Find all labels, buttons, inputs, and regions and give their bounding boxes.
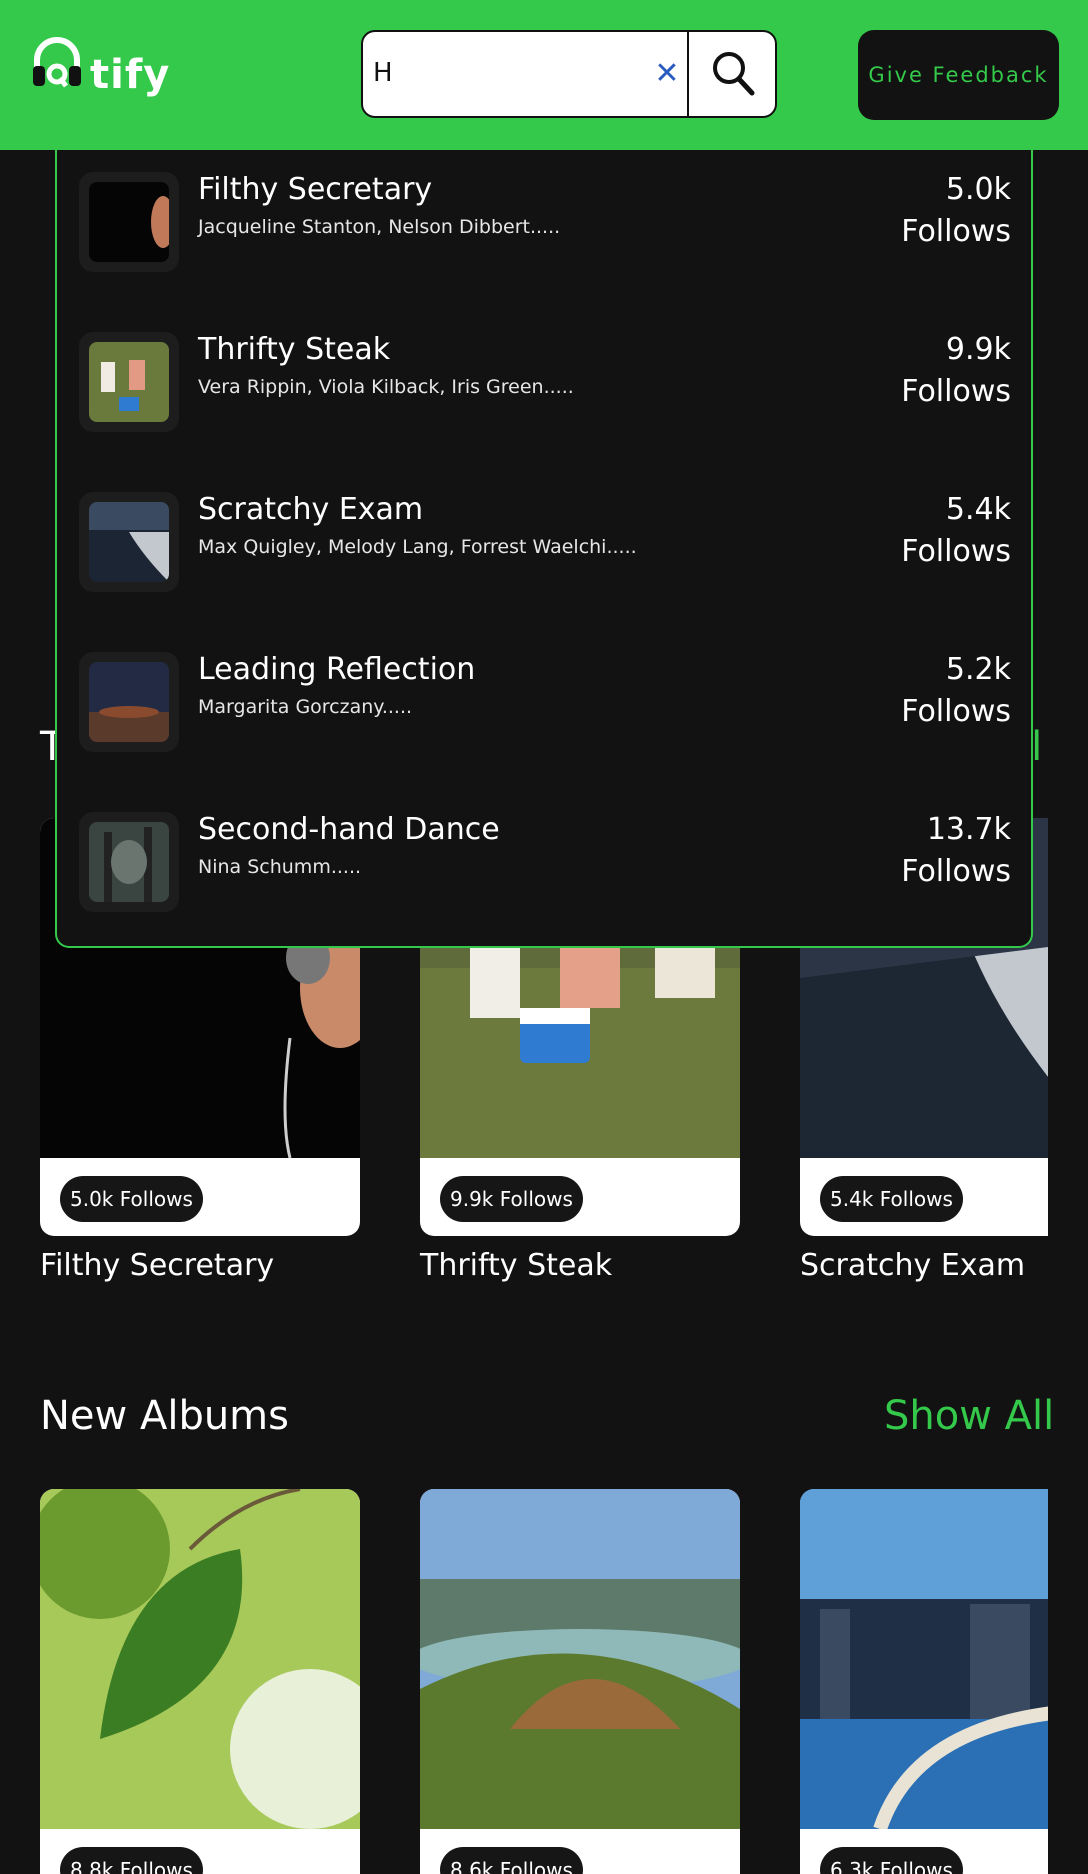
card-title[interactable]: Filthy Secretary xyxy=(40,1248,274,1283)
search-result-item[interactable]: Leading Reflection Margarita Gorczany...… xyxy=(57,630,1031,790)
follows-badge: 8.8k Follows xyxy=(60,1847,203,1874)
follows-badge: 8.6k Follows xyxy=(440,1847,583,1874)
result-title: Filthy Secretary xyxy=(198,172,433,207)
result-title: Scratchy Exam xyxy=(198,492,424,527)
show-all-link[interactable]: Show All xyxy=(884,1393,1054,1439)
result-title: Leading Reflection xyxy=(198,652,476,687)
search-results-dropdown: Filthy Secretary Jacqueline Stanton, Nel… xyxy=(55,150,1033,948)
card-title[interactable]: Thrifty Steak xyxy=(420,1248,612,1283)
search-button[interactable] xyxy=(687,32,777,116)
album-card[interactable]: 8.6k Follows xyxy=(420,1489,740,1874)
result-thumbnail xyxy=(79,492,179,592)
search-input[interactable] xyxy=(373,48,673,98)
result-title: Thrifty Steak xyxy=(198,332,391,367)
result-artists: Vera Rippin, Viola Kilback, Iris Green..… xyxy=(198,376,574,398)
follows-badge: 5.4k Follows xyxy=(820,1176,963,1222)
result-follows-label: Follows xyxy=(901,534,1011,569)
result-artists: Margarita Gorczany..... xyxy=(198,696,413,718)
result-artists: Max Quigley, Melody Lang, Forrest Waelch… xyxy=(198,536,637,558)
result-follow-count: 5.0k xyxy=(945,172,1011,207)
result-follow-count: 13.7k xyxy=(926,812,1011,847)
headphones-logo-icon xyxy=(33,37,81,88)
clear-icon[interactable]: ✕ xyxy=(647,54,687,94)
section-title: New Albums xyxy=(40,1393,289,1439)
logo-text: tify xyxy=(90,52,171,98)
new-albums-row: 8.8k Follows 8.6k Follows 6.3k Follows xyxy=(0,1489,1048,1874)
search-result-item[interactable]: Filthy Secretary Jacqueline Stanton, Nel… xyxy=(57,150,1031,310)
album-card[interactable]: 8.8k Follows xyxy=(40,1489,360,1874)
result-follows-label: Follows xyxy=(901,374,1011,409)
search-result-item[interactable]: Scratchy Exam Max Quigley, Melody Lang, … xyxy=(57,470,1031,630)
result-thumbnail xyxy=(79,172,179,272)
result-thumbnail xyxy=(79,812,179,912)
search-result-item[interactable]: Second-hand Dance Nina Schumm..... 13.7k… xyxy=(57,790,1031,950)
result-artists: Jacqueline Stanton, Nelson Dibbert..... xyxy=(198,216,561,238)
app-header: tify ✕ Give Feedback xyxy=(0,0,1088,150)
result-artists: Nina Schumm..... xyxy=(198,856,362,878)
follows-badge: 9.9k Follows xyxy=(440,1176,583,1222)
follows-badge: 5.0k Follows xyxy=(60,1176,203,1222)
result-thumbnail xyxy=(79,332,179,432)
result-follows-label: Follows xyxy=(901,854,1011,889)
result-follows-label: Follows xyxy=(901,694,1011,729)
result-title: Second-hand Dance xyxy=(198,812,500,847)
album-cover-image xyxy=(420,1489,740,1829)
album-cover-image xyxy=(40,1489,360,1829)
follows-badge: 6.3k Follows xyxy=(820,1847,963,1874)
give-feedback-button[interactable]: Give Feedback xyxy=(858,30,1059,120)
result-thumbnail xyxy=(79,652,179,752)
app-logo[interactable]: tify xyxy=(32,36,169,106)
result-follow-count: 5.2k xyxy=(945,652,1011,687)
search-bar: ✕ xyxy=(361,30,777,118)
result-follows-label: Follows xyxy=(901,214,1011,249)
result-follow-count: 5.4k xyxy=(945,492,1011,527)
album-cover-image xyxy=(800,1489,1048,1829)
card-title[interactable]: Scratchy Exam xyxy=(800,1248,1025,1283)
search-result-item[interactable]: Thrifty Steak Vera Rippin, Viola Kilback… xyxy=(57,310,1031,470)
album-card[interactable]: 6.3k Follows xyxy=(800,1489,1048,1874)
search-icon xyxy=(713,52,755,96)
result-follow-count: 9.9k xyxy=(945,332,1011,367)
